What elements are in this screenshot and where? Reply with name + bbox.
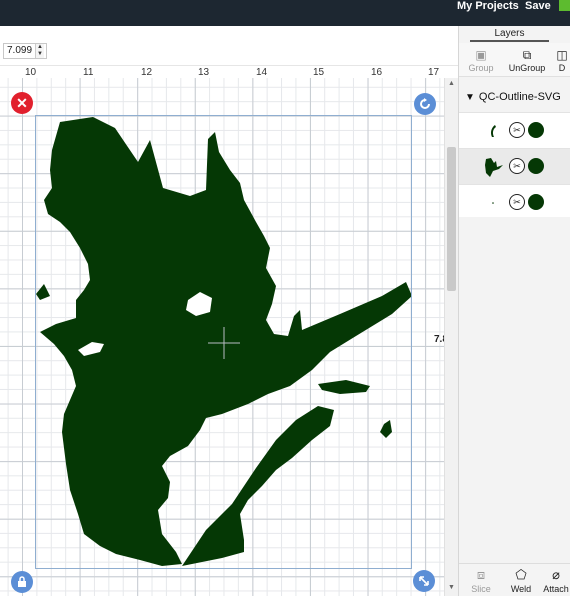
save-button[interactable]: Save — [525, 0, 551, 12]
attach-label: Attach — [543, 584, 569, 594]
my-projects-link[interactable]: My Projects — [457, 0, 519, 12]
layer-group-header[interactable]: ▼ QC-Outline-SVG — [459, 83, 570, 111]
weld-icon: ⬠ — [515, 567, 527, 582]
scroll-down-icon[interactable]: ▼ — [448, 584, 455, 591]
resize-icon[interactable] — [413, 570, 435, 592]
scissors-icon[interactable]: ✂ — [509, 194, 525, 210]
panel-tabs: Layers — [459, 26, 570, 42]
panel-bottom-actions: ⧈ Slice ⬠ Weld ⌀ Attach — [459, 563, 570, 596]
ungroup-label: UnGroup — [508, 63, 546, 73]
layer-thumbnail-icon — [485, 158, 503, 177]
canvas-scrollbar[interactable]: ▲ ▼ — [444, 78, 458, 596]
ungroup-icon: ⧉ — [522, 48, 532, 62]
slice-label: Slice — [471, 584, 491, 594]
attach-paperclip-icon: ⌀ — [552, 567, 560, 582]
weld-label: Weld — [510, 584, 532, 594]
scroll-up-icon[interactable]: ▲ — [448, 80, 455, 87]
layer-thumbnail-icon — [492, 202, 494, 204]
attach-button[interactable]: ⌀ Attach — [541, 566, 570, 594]
layer-row[interactable]: ✂ — [459, 184, 570, 220]
make-it-button[interactable] — [559, 0, 570, 11]
slice-icon: ⧈ — [476, 567, 486, 582]
layer-row[interactable]: ✂ — [459, 148, 570, 184]
layer-row[interactable]: ✂ — [459, 112, 570, 148]
tab-layers[interactable]: Layers — [470, 26, 549, 42]
layers-panel: Layers ▣ Group ⧉ UnGroup ◫ D ▼ QC-Outline… — [458, 26, 570, 596]
selection-bounding-box[interactable] — [35, 115, 412, 569]
detach-label: D — [558, 63, 566, 73]
group-button[interactable]: ▣ Group — [461, 47, 501, 73]
lock-icon[interactable] — [11, 571, 33, 593]
layers-empty-area — [459, 217, 570, 563]
scissors-icon[interactable]: ✂ — [509, 122, 525, 138]
ungroup-button[interactable]: ⧉ UnGroup — [507, 47, 547, 73]
weld-button[interactable]: ⬠ Weld — [503, 566, 539, 594]
detach-icon: ◫ — [556, 48, 568, 62]
scrollbar-thumb[interactable] — [447, 147, 456, 291]
rotate-icon[interactable] — [414, 93, 436, 115]
collapse-triangle-icon[interactable]: ▼ — [465, 92, 475, 103]
layer-actions: ▣ Group ⧉ UnGroup ◫ D — [459, 43, 570, 77]
layer-color-swatch[interactable] — [528, 158, 544, 174]
layer-color-swatch[interactable] — [528, 122, 544, 138]
slice-button[interactable]: ⧈ Slice — [463, 566, 499, 594]
group-icon: ▣ — [475, 48, 487, 62]
delete-icon[interactable]: ✕ — [11, 92, 33, 114]
layer-group-name: QC-Outline-SVG — [478, 91, 561, 103]
scissors-icon[interactable]: ✂ — [509, 158, 525, 174]
layer-color-swatch[interactable] — [528, 194, 544, 210]
group-label: Group — [468, 63, 494, 73]
layer-thumbnail-icon — [491, 125, 496, 137]
detach-button[interactable]: ◫ D — [553, 47, 570, 73]
